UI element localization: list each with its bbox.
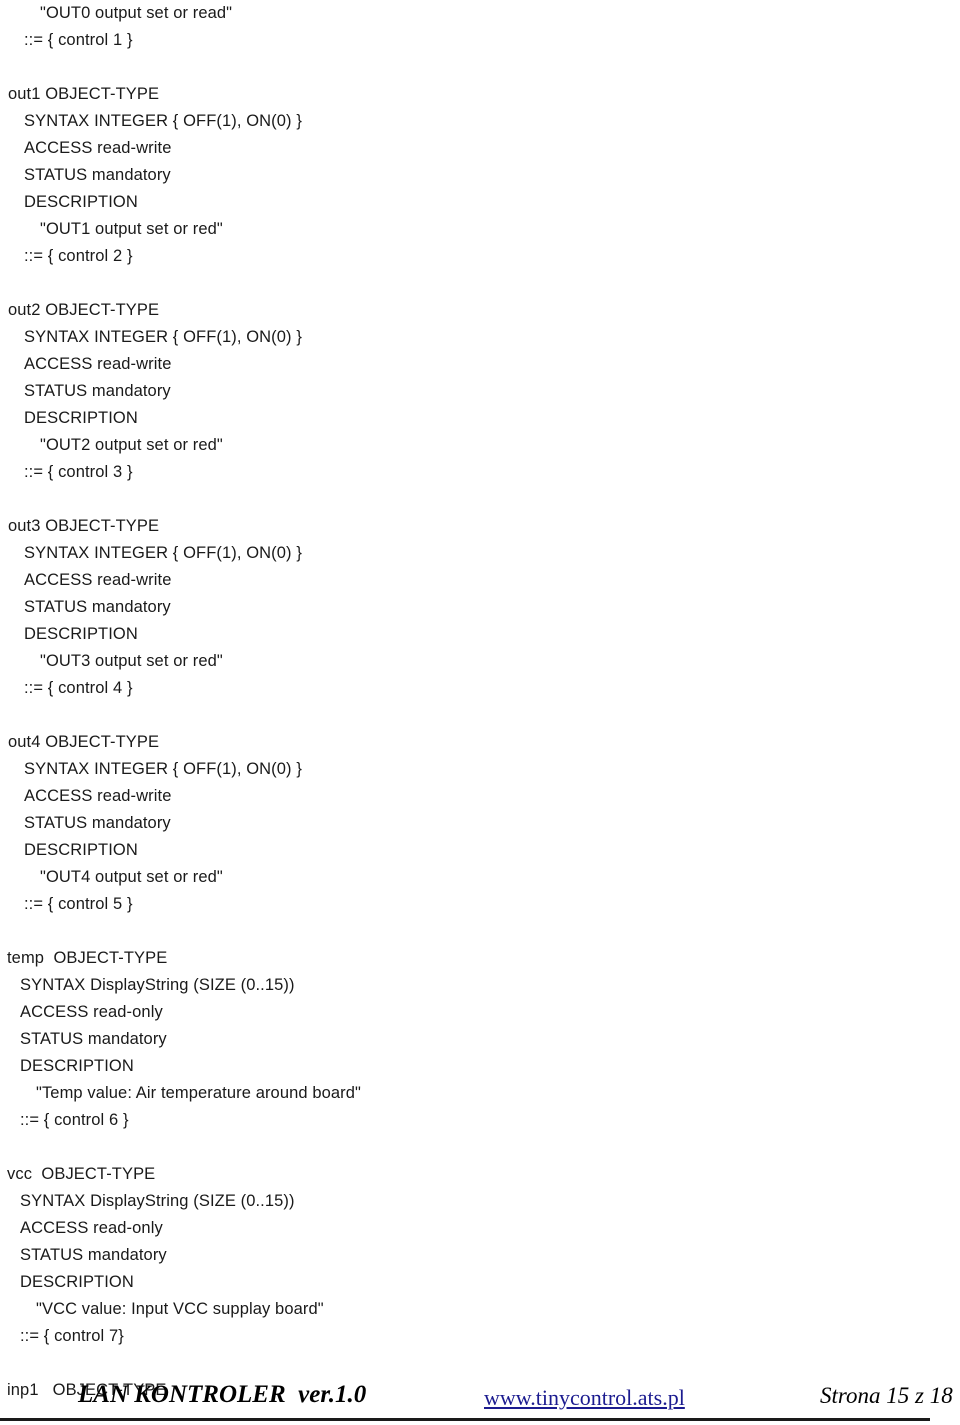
footer-page-number: Strona 15 z 18 xyxy=(820,1383,953,1408)
mib-line: SYNTAX INTEGER { OFF(1), ON(0) } xyxy=(24,112,302,130)
mib-line: STATUS mandatory xyxy=(24,598,171,616)
mib-line: ::= { control 7} xyxy=(20,1327,124,1345)
mib-line: ::= { control 2 } xyxy=(24,247,133,265)
mib-line: out1 OBJECT-TYPE xyxy=(8,85,160,103)
mib-line: DESCRIPTION xyxy=(24,409,138,427)
footer-website-link[interactable]: www.tinycontrol.ats.pl xyxy=(484,1385,685,1411)
mib-line: vcc OBJECT-TYPE xyxy=(7,1165,156,1183)
mib-line: "OUT3 output set or red" xyxy=(40,652,223,670)
mib-line: "OUT1 output set or red" xyxy=(40,220,223,238)
footer-product-title: LAN KONTROLER ver.1.0 xyxy=(78,1381,367,1408)
mib-line: DESCRIPTION xyxy=(24,193,138,211)
mib-line: STATUS mandatory xyxy=(24,382,171,400)
mib-line: temp OBJECT-TYPE xyxy=(7,949,168,967)
footer-row: LAN KONTROLER ver.1.0 www.tinycontrol.at… xyxy=(0,1377,960,1417)
mib-line: ::= { control 5 } xyxy=(24,895,133,913)
page-footer: LAN KONTROLER ver.1.0 www.tinycontrol.at… xyxy=(0,1377,960,1425)
mib-line: ACCESS read-only xyxy=(20,1003,163,1021)
mib-line: ACCESS read-write xyxy=(24,571,172,589)
mib-block-vcc: vcc OBJECT-TYPE SYNTAX DisplayString (SIZ… xyxy=(0,1161,960,1350)
mib-line: STATUS mandatory xyxy=(24,814,171,832)
mib-block-out1: out1 OBJECT-TYPE SYNTAX INTEGER { OFF(1),… xyxy=(0,81,960,270)
mib-line: ::= { control 1 } xyxy=(24,31,133,49)
mib-block-out3: out3 OBJECT-TYPE SYNTAX INTEGER { OFF(1),… xyxy=(0,513,960,702)
document-page: "OUT0 output set or read"::= { control 1… xyxy=(0,0,960,1425)
mib-content: "OUT0 output set or read"::= { control 1… xyxy=(0,0,960,1404)
mib-line: "OUT2 output set or red" xyxy=(40,436,223,454)
mib-line: SYNTAX INTEGER { OFF(1), ON(0) } xyxy=(24,544,302,562)
mib-line: DESCRIPTION xyxy=(20,1273,134,1291)
mib-line: STATUS mandatory xyxy=(20,1030,167,1048)
mib-line: "VCC value: Input VCC supplay board" xyxy=(36,1300,324,1318)
mib-line: DESCRIPTION xyxy=(20,1057,134,1075)
mib-block-out4: out4 OBJECT-TYPE SYNTAX INTEGER { OFF(1),… xyxy=(0,729,960,918)
mib-line: STATUS mandatory xyxy=(24,166,171,184)
mib-line: ACCESS read-write xyxy=(24,787,172,805)
mib-line: ACCESS read-write xyxy=(24,139,172,157)
mib-line: "Temp value: Air temperature around boar… xyxy=(36,1084,362,1102)
mib-block-out0-tail: "OUT0 output set or read"::= { control 1… xyxy=(0,0,960,54)
footer-divider xyxy=(0,1418,930,1421)
mib-line: SYNTAX INTEGER { OFF(1), ON(0) } xyxy=(24,760,302,778)
mib-line: ::= { control 3 } xyxy=(24,463,133,481)
mib-block-temp: temp OBJECT-TYPE SYNTAX DisplayString (SI… xyxy=(0,945,960,1134)
mib-line: STATUS mandatory xyxy=(20,1246,167,1264)
mib-line: "OUT4 output set or red" xyxy=(40,868,223,886)
mib-line: ACCESS read-only xyxy=(20,1219,163,1237)
mib-line: "OUT0 output set or read" xyxy=(40,4,233,22)
mib-line: DESCRIPTION xyxy=(24,841,138,859)
mib-block-out2: out2 OBJECT-TYPE SYNTAX INTEGER { OFF(1),… xyxy=(0,297,960,486)
mib-line: ::= { control 6 } xyxy=(20,1111,129,1129)
mib-line: out4 OBJECT-TYPE xyxy=(8,733,160,751)
mib-line: ACCESS read-write xyxy=(24,355,172,373)
mib-line: out3 OBJECT-TYPE xyxy=(8,517,160,535)
mib-line: ::= { control 4 } xyxy=(24,679,133,697)
mib-line: SYNTAX DisplayString (SIZE (0..15)) xyxy=(20,1192,295,1210)
mib-line: SYNTAX INTEGER { OFF(1), ON(0) } xyxy=(24,328,302,346)
mib-line: SYNTAX DisplayString (SIZE (0..15)) xyxy=(20,976,295,994)
mib-line: out2 OBJECT-TYPE xyxy=(8,301,160,319)
mib-line: DESCRIPTION xyxy=(24,625,138,643)
